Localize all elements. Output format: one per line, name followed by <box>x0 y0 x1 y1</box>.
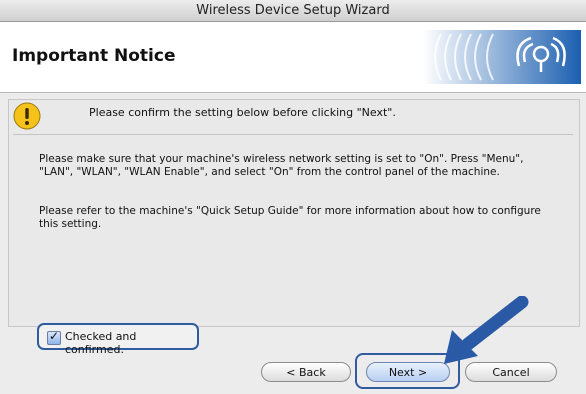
content-panel: Please confirm the setting below before … <box>8 99 580 327</box>
confirm-checkbox-label[interactable]: Checked and confirmed. <box>65 330 197 356</box>
wireless-logo-icon <box>423 30 581 84</box>
warning-icon <box>13 102 41 130</box>
wizard-header: Important Notice <box>0 22 586 93</box>
confirm-checkbox-row[interactable]: ✓ Checked and confirmed. <box>37 323 199 356</box>
reference-paragraph: Please refer to the machine's "Quick Set… <box>39 205 541 230</box>
notice-text: Please confirm the setting below before … <box>89 106 396 119</box>
notice-row: Please confirm the setting below before … <box>13 100 573 132</box>
instructions-paragraph: Please make sure that your machine's wir… <box>39 153 524 178</box>
checkmark-icon: ✓ <box>49 329 60 343</box>
page-title: Important Notice <box>12 46 176 66</box>
divider <box>13 134 573 135</box>
window-title-bar: Wireless Device Setup Wizard <box>0 0 586 22</box>
confirm-checkbox[interactable]: ✓ <box>47 329 61 345</box>
back-button[interactable]: < Back <box>261 362 351 382</box>
pointer-arrow-icon <box>430 295 530 376</box>
window-title: Wireless Device Setup Wizard <box>196 3 390 18</box>
